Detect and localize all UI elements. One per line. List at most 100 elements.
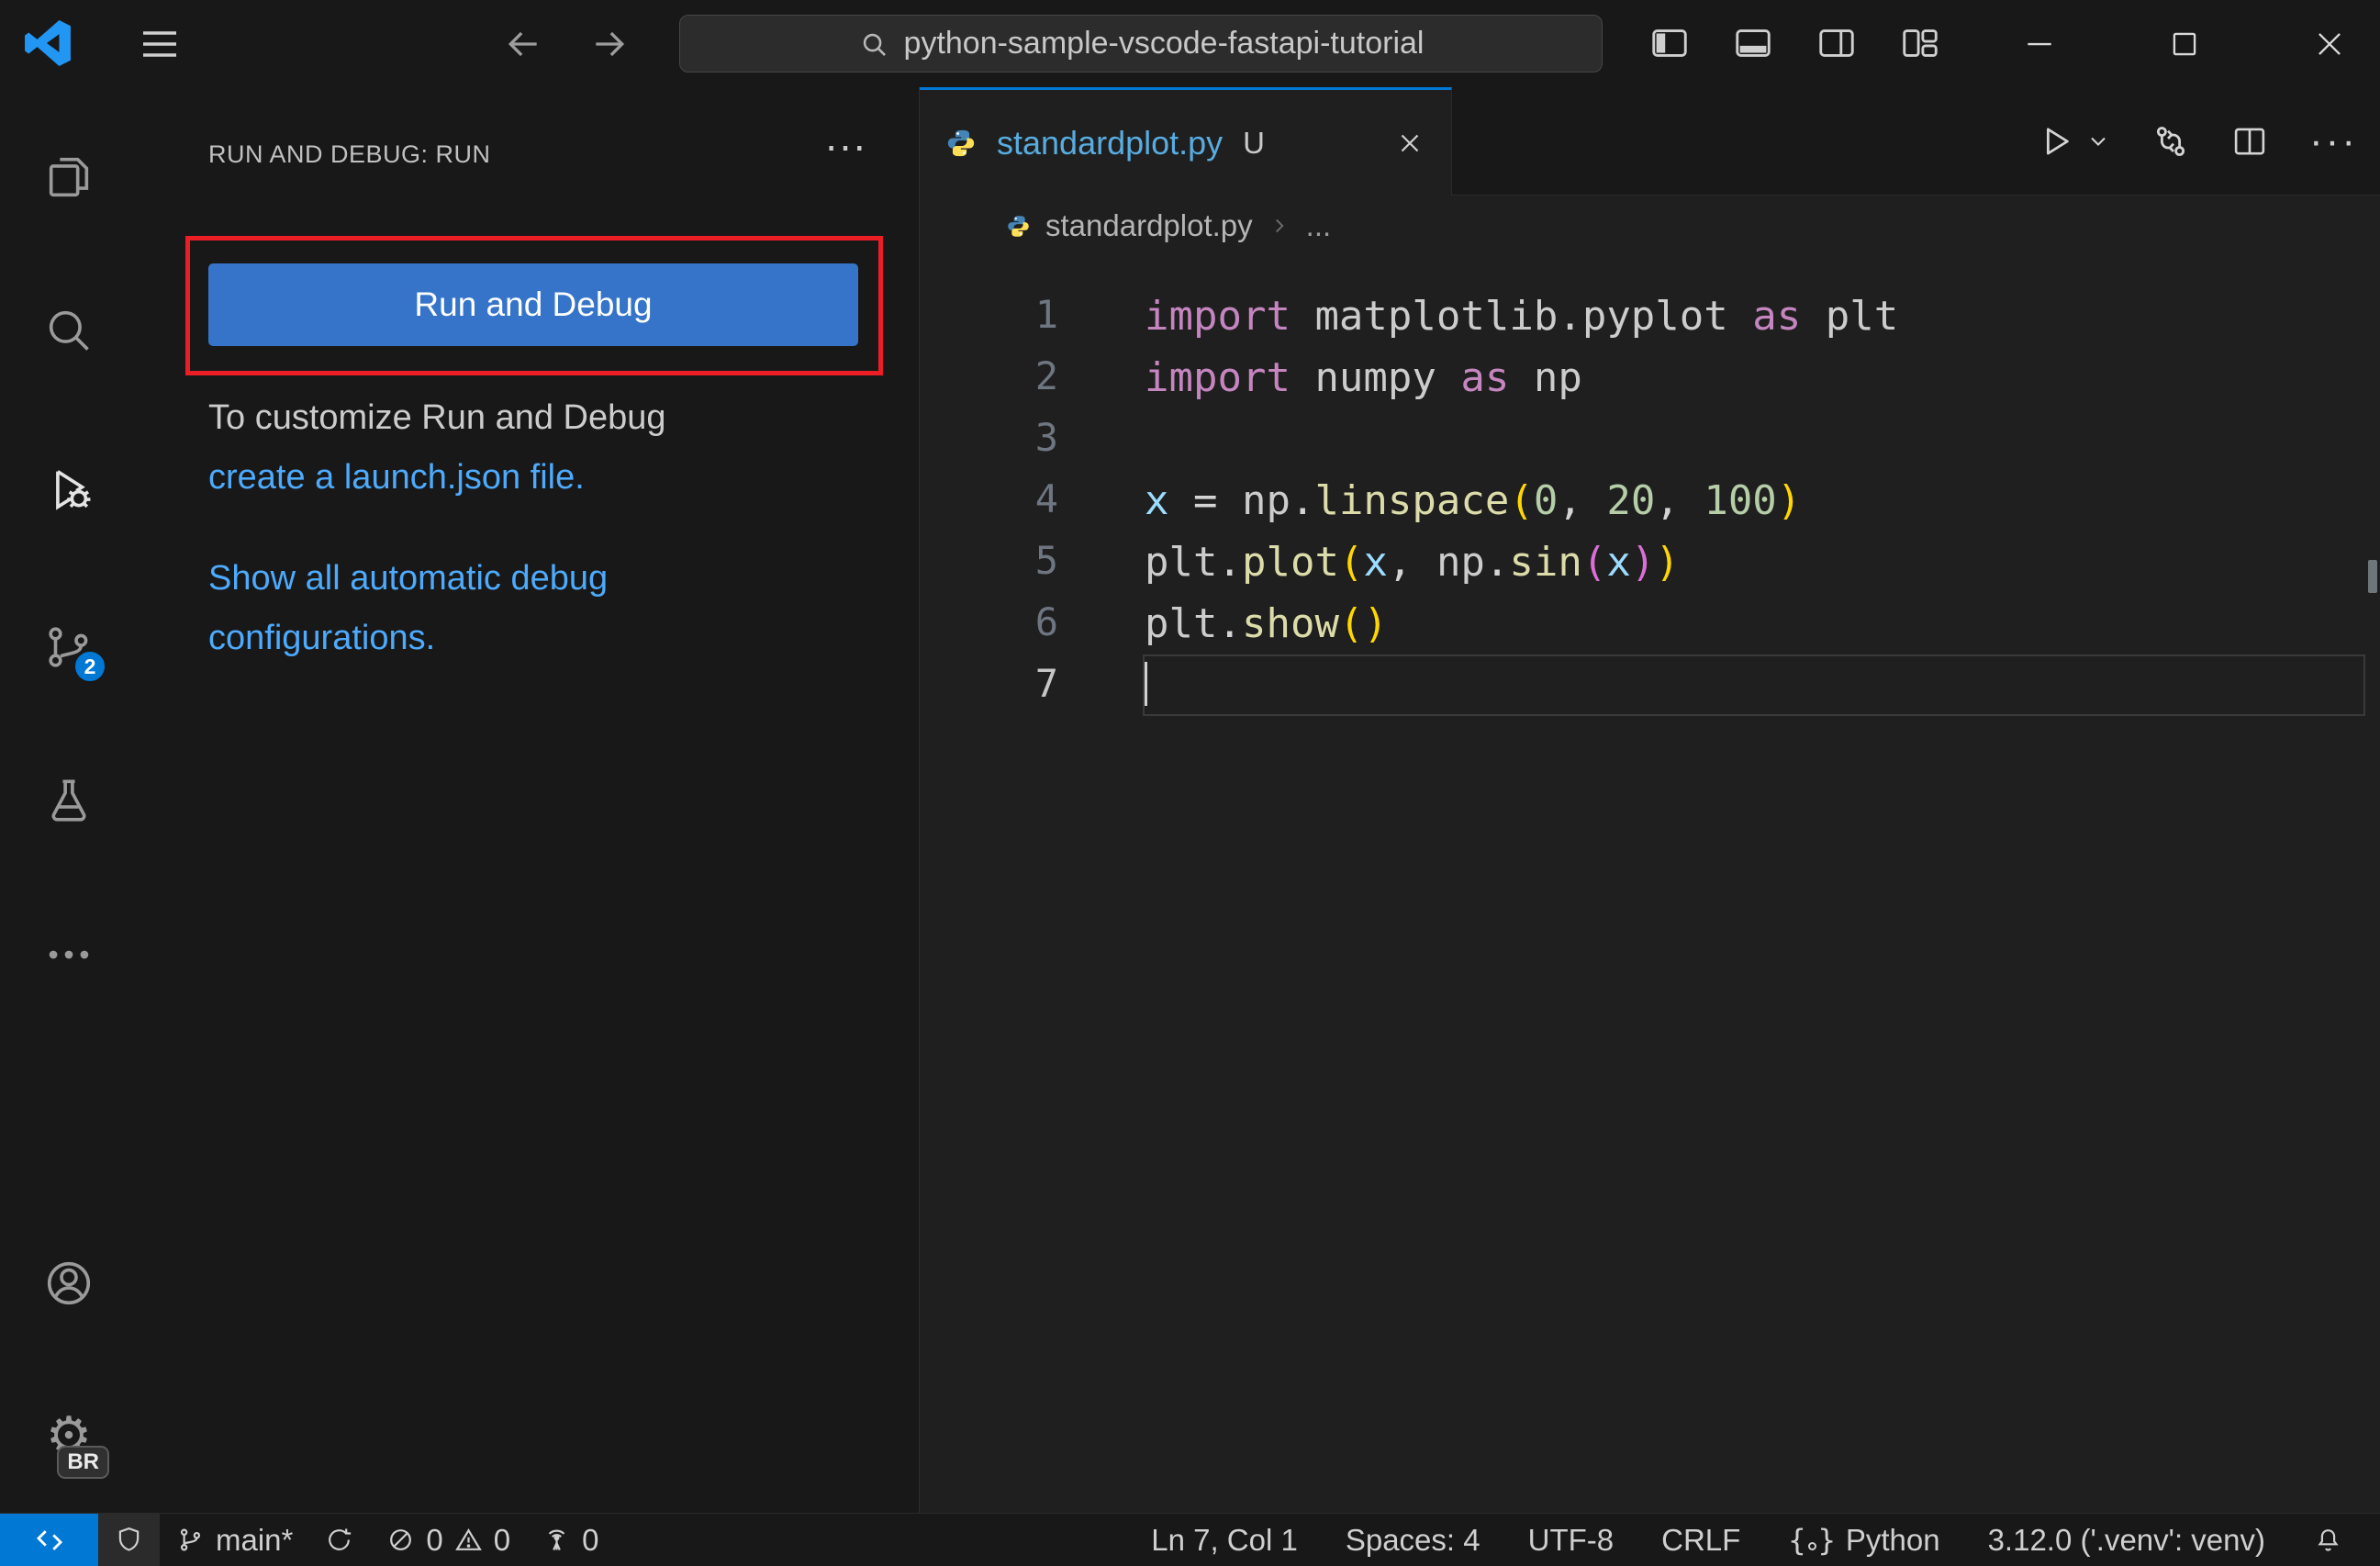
- show-all-configs: Show all automatic debug configurations.: [208, 549, 608, 668]
- notifications[interactable]: [2289, 1514, 2367, 1566]
- code-line[interactable]: 2 import numpy as np: [920, 347, 2380, 408]
- customize-layout-icon[interactable]: [1899, 22, 1941, 64]
- show-all-configs-link-line2[interactable]: configurations.: [208, 619, 435, 657]
- errors-icon: [390, 1529, 412, 1550]
- minimize-button[interactable]: [2010, 17, 2069, 72]
- code-token: x: [1363, 539, 1388, 586]
- menu-icon[interactable]: [138, 22, 182, 66]
- run-python-file-icon[interactable]: [2038, 122, 2076, 161]
- code-line[interactable]: 1 import matplotlib.pyplot as plt: [920, 285, 2380, 347]
- editor-more-actions-icon[interactable]: ···: [2309, 118, 2358, 164]
- code-line[interactable]: 3: [920, 408, 2380, 470]
- code-lines[interactable]: 1 import matplotlib.pyplot as plt 2 import …: [920, 256, 2380, 1513]
- language-mode[interactable]: {} Python: [1764, 1514, 1963, 1566]
- customize-hint: To customize Run and Debug create a laun…: [208, 388, 666, 508]
- code-token: sin: [1509, 539, 1582, 586]
- shield-icon: [118, 1527, 140, 1551]
- settings-gear-icon[interactable]: ⚙ BR: [41, 1409, 109, 1479]
- code-line[interactable]: 7: [920, 654, 2380, 716]
- code-token: 20: [1606, 477, 1656, 524]
- code-token: matplotlib.pyplot: [1314, 293, 1753, 340]
- ports-count: 0: [582, 1522, 599, 1557]
- problems[interactable]: 0 0: [370, 1514, 526, 1566]
- tab-close-icon[interactable]: [1394, 128, 1425, 159]
- code-line[interactable]: 5 plt.plot(x, np.sin(x)): [920, 531, 2380, 593]
- activity-bar: 2 ⚙ BR: [0, 87, 138, 1513]
- code-token: ,: [1655, 477, 1704, 524]
- code-token: np: [1436, 539, 1485, 586]
- run-and-debug-button[interactable]: Run and Debug: [208, 263, 858, 346]
- python-interpreter[interactable]: 3.12.0 ('.venv': venv): [1964, 1514, 2289, 1566]
- more-views-icon[interactable]: [41, 927, 96, 982]
- open-changes-icon[interactable]: [2151, 122, 2190, 161]
- code-text[interactable]: [1143, 654, 2365, 716]
- eol-sequence[interactable]: CRLF: [1637, 1514, 1764, 1566]
- launch-json-link[interactable]: create a launch.json file.: [208, 458, 585, 497]
- search-icon: [863, 33, 886, 56]
- indentation[interactable]: Spaces: 4: [1322, 1514, 1504, 1566]
- code-line[interactable]: 6 plt.show(): [920, 593, 2380, 654]
- titlebar: python-sample-vscode-fastapi-tutorial: [0, 0, 2380, 87]
- code-text[interactable]: plt.show(): [1143, 593, 2365, 654]
- ports[interactable]: 0: [526, 1514, 614, 1566]
- source-control-icon[interactable]: 2: [41, 620, 107, 684]
- code-token: .: [1484, 539, 1510, 586]
- search-input[interactable]: python-sample-vscode-fastapi-tutorial: [679, 15, 1603, 73]
- search-view-icon[interactable]: [41, 303, 96, 358]
- radio-tower-icon: [548, 1529, 565, 1550]
- explorer-icon[interactable]: [41, 150, 96, 205]
- code-text[interactable]: x = np.linspace(0, 20, 100): [1143, 470, 2365, 531]
- maximize-button[interactable]: [2155, 17, 2214, 72]
- toggle-secondary-sidebar-icon[interactable]: [1816, 22, 1858, 64]
- show-all-configs-link-line1[interactable]: Show all automatic debug: [208, 559, 608, 598]
- code-text[interactable]: plt.plot(x, np.sin(x)): [1143, 531, 2365, 593]
- workspace-trust[interactable]: [98, 1514, 160, 1566]
- line-number[interactable]: 6: [920, 593, 1058, 654]
- breadcrumb-file[interactable]: standardplot.py: [1045, 208, 1253, 243]
- split-editor-icon[interactable]: [2230, 122, 2269, 161]
- status-right: Ln 7, Col 1 Spaces: 4 UTF-8 CRLF {} Pyth…: [1127, 1514, 2380, 1566]
- sidebar-more-actions-icon[interactable]: ···: [824, 120, 866, 170]
- toggle-panel-icon[interactable]: [1732, 22, 1774, 64]
- code-token: 0: [1533, 477, 1559, 524]
- remote-indicator[interactable]: [0, 1514, 98, 1566]
- python-file-icon: [947, 129, 975, 156]
- code-token: plt: [1145, 539, 1218, 586]
- code-token: .: [1290, 477, 1315, 524]
- line-number[interactable]: 4: [920, 470, 1058, 531]
- line-number[interactable]: 3: [920, 408, 1058, 470]
- sync-changes[interactable]: [308, 1514, 370, 1566]
- code-token: numpy: [1314, 354, 1461, 401]
- code-text[interactable]: [1143, 408, 2365, 470]
- scrollbar-decoration[interactable]: [2368, 560, 2377, 593]
- code-line[interactable]: 4 x = np.linspace(0, 20, 100): [920, 470, 2380, 531]
- code-token: ): [1655, 539, 1680, 586]
- vscode-logo-icon: [24, 19, 72, 67]
- code-token: x: [1606, 539, 1631, 586]
- tab-label: standardplot.py: [997, 123, 1224, 162]
- code-text[interactable]: import matplotlib.pyplot as plt: [1143, 285, 2365, 347]
- toggle-sidebar-icon[interactable]: [1648, 22, 1691, 64]
- tab-standardplot[interactable]: standardplot.py U: [920, 87, 1452, 196]
- run-dropdown-icon[interactable]: [2085, 129, 2111, 154]
- branch-name: main*: [216, 1522, 294, 1557]
- line-number[interactable]: 1: [920, 285, 1058, 347]
- cursor-position[interactable]: Ln 7, Col 1: [1127, 1514, 1322, 1566]
- code-token: plt: [1145, 600, 1218, 647]
- breadcrumb-more[interactable]: ...: [1306, 208, 1332, 243]
- line-number[interactable]: 2: [920, 347, 1058, 408]
- forward-arrow-icon[interactable]: [589, 24, 630, 64]
- line-number[interactable]: 5: [920, 531, 1058, 593]
- bell-icon: [2318, 1529, 2339, 1551]
- git-branch[interactable]: main*: [160, 1514, 308, 1566]
- run-debug-icon[interactable]: [41, 462, 96, 517]
- back-arrow-icon[interactable]: [503, 24, 543, 64]
- code-token: ,: [1387, 539, 1436, 586]
- close-button[interactable]: [2300, 17, 2359, 72]
- encoding[interactable]: UTF-8: [1504, 1514, 1638, 1566]
- account-icon[interactable]: [41, 1256, 96, 1311]
- sync-icon: [329, 1528, 352, 1550]
- line-number[interactable]: 7: [920, 654, 1058, 716]
- testing-icon[interactable]: [41, 774, 96, 829]
- code-text[interactable]: import numpy as np: [1143, 347, 2365, 408]
